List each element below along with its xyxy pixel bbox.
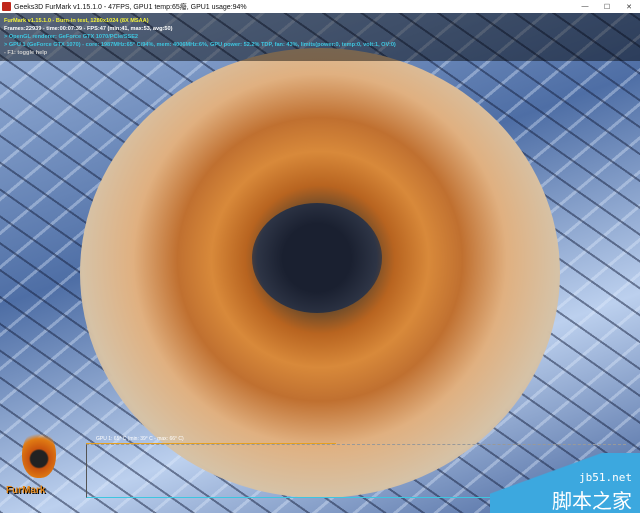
temperature-graph-line xyxy=(86,443,336,444)
osd-help: - F1: toggle help xyxy=(4,50,48,56)
flame-eye-icon xyxy=(22,430,56,478)
eye-pupil xyxy=(252,203,382,313)
osd-overlay: FurMark v1.15.1.0 - Burn-in test, 1280x1… xyxy=(4,17,396,57)
furmark-app-icon xyxy=(2,2,11,11)
close-button[interactable]: ✕ xyxy=(618,3,640,11)
furmark-logo: FurMark xyxy=(4,430,74,498)
watermark-url: jb51.net xyxy=(579,471,632,484)
osd-frames: Frames:22939 - time:00:07:39 - FPS:47 (m… xyxy=(4,26,173,32)
osd-gpu-info: > GPU 1 (GeForce GTX 1070) - core: 1987M… xyxy=(4,42,396,48)
osd-title: FurMark v1.15.1.0 - Burn-in test, 1280x1… xyxy=(4,18,149,24)
watermark: jb51.net 脚本之家 xyxy=(490,453,640,513)
window-title: Geeks3D FurMark v1.15.1.0 - 47FPS, GPU1 … xyxy=(14,3,247,11)
title-bar[interactable]: Geeks3D FurMark v1.15.1.0 - 47FPS, GPU1 … xyxy=(0,0,640,13)
logo-text: FurMark xyxy=(6,485,46,496)
minimize-button[interactable]: — xyxy=(574,3,596,11)
watermark-name: 脚本之家 xyxy=(552,491,632,513)
maximize-button[interactable]: ☐ xyxy=(596,3,618,11)
osd-renderer: > OpenGL renderer: GeForce GTX 1070/PCIe… xyxy=(4,34,139,40)
temperature-graph-label: GPU 1: 65° C (min: 39° C - max: 66° C) xyxy=(96,436,184,442)
window-controls: — ☐ ✕ xyxy=(574,3,640,11)
